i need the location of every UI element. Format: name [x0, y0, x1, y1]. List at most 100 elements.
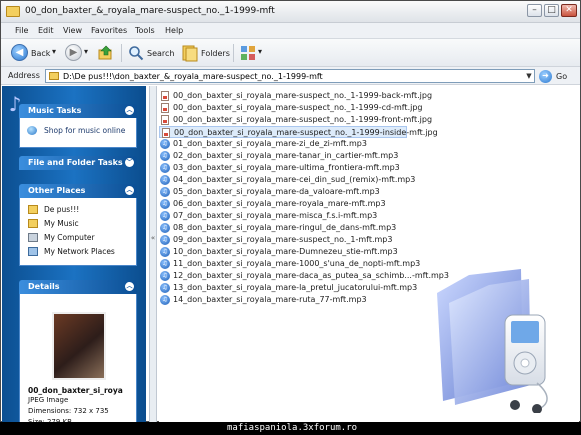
file-row[interactable]: 00_don_baxter_si_royala_mare-suspect_no.…: [159, 102, 422, 114]
place-my-computer[interactable]: My Computer: [44, 233, 95, 242]
other-places-header[interactable]: Other Places ︿: [19, 184, 137, 198]
file-name: 00_don_baxter_si_royala_mare-suspect_no.…: [174, 128, 438, 137]
forward-dropdown-icon[interactable]: ▾: [84, 47, 88, 56]
music-tasks-title: Music Tasks: [28, 106, 82, 115]
address-input[interactable]: D:\De pus!!!\don_baxter_&_royala_mare-su…: [45, 69, 535, 83]
minimize-button[interactable]: –: [527, 4, 542, 17]
address-path[interactable]: D:\De pus!!!\don_baxter_&_royala_mare-su…: [63, 72, 323, 81]
file-row[interactable]: ♫ 13_don_baxter_si_royala_mare-la_pretul_…: [159, 282, 419, 294]
menu-bar: File Edit View Favorites Tools Help: [1, 23, 580, 39]
back-button-label[interactable]: Back: [31, 49, 50, 58]
watermark-text: mafiaspaniola.3xforum.ro: [227, 423, 358, 433]
my-music-icon: [28, 219, 38, 228]
details-dimensions: Dimensions: 732 x 735: [28, 407, 109, 415]
file-row[interactable]: ♫ 10_don_baxter_si_royala_mare-Dumnezeu_s…: [159, 246, 419, 258]
address-bar: Address D:\De pus!!!\don_baxter_&_royala…: [1, 67, 580, 85]
file-row[interactable]: ♫ 03_don_baxter_si_royala_mare-ultima_fro…: [159, 162, 419, 174]
file-row[interactable]: ♫ 05_don_baxter_si_royala_mare-da_valoare…: [159, 186, 419, 198]
folder-icon: [6, 6, 20, 17]
jpeg-file-icon: [162, 128, 170, 138]
details-file-type: JPEG Image: [28, 396, 69, 404]
back-dropdown-icon[interactable]: ▾: [52, 47, 56, 56]
menu-tools[interactable]: Tools: [135, 26, 155, 35]
pane-splitter[interactable]: «: [149, 86, 157, 423]
music-tasks-panel: Shop for music online: [19, 118, 137, 148]
folders-button-label[interactable]: Folders: [201, 49, 230, 58]
mp3-file-icon: ♫: [160, 163, 170, 173]
menu-file[interactable]: File: [15, 26, 28, 35]
menu-view[interactable]: View: [63, 26, 82, 35]
file-name: 06_don_baxter_si_royala_mare-royala_mare…: [173, 199, 386, 208]
menu-edit[interactable]: Edit: [38, 26, 54, 35]
search-icon[interactable]: [128, 45, 144, 61]
details-title: Details: [28, 282, 60, 291]
go-arrow-icon[interactable]: ➜: [539, 70, 552, 83]
file-row[interactable]: ♫ 07_don_baxter_si_royala_mare-misca_f.s.…: [159, 210, 419, 222]
file-row[interactable]: 00_don_baxter_si_royala_mare-suspect_no.…: [159, 90, 432, 102]
toolbar-separator: [233, 44, 234, 62]
file-row[interactable]: 00_don_baxter_si_royala_mare-suspect_no.…: [159, 126, 438, 138]
jpeg-file-icon: [161, 115, 169, 125]
mp3-file-icon: ♫: [160, 175, 170, 185]
title-bar[interactable]: 00_don_baxter_&_royala_mare-suspect_no._…: [1, 1, 580, 23]
mp3-file-icon: ♫: [160, 283, 170, 293]
place-de-pus[interactable]: De pus!!!: [44, 205, 79, 214]
menu-help[interactable]: Help: [165, 26, 183, 35]
mp3-file-icon: ♫: [160, 235, 170, 245]
file-row[interactable]: ♫ 02_don_baxter_si_royala_mare-tanar_in_c…: [159, 150, 419, 162]
file-folder-tasks-title: File and Folder Tasks: [28, 158, 123, 167]
views-icon[interactable]: [240, 45, 256, 61]
collapse-chevron-icon[interactable]: ︿: [125, 282, 134, 291]
file-row[interactable]: ♫ 08_don_baxter_si_royala_mare-ringul_de_…: [159, 222, 419, 234]
toolbar: ◀ Back ▾ ▶ ▾ Search Folders ▾: [1, 39, 580, 67]
file-name: 10_don_baxter_si_royala_mare-Dumnezeu_st…: [173, 247, 398, 256]
place-my-network-places[interactable]: My Network Places: [44, 247, 115, 256]
other-places-panel: De pus!!! My Music My Computer My Networ…: [19, 198, 137, 266]
mp3-file-icon: ♫: [160, 211, 170, 221]
maximize-button[interactable]: □: [544, 4, 559, 17]
shop-music-online-link[interactable]: Shop for music online: [44, 126, 125, 135]
menu-favorites[interactable]: Favorites: [91, 26, 127, 35]
file-name: 12_don_baxter_si_royala_mare-daca_as_put…: [173, 271, 449, 280]
file-name: 08_don_baxter_si_royala_mare-ringul_de_d…: [173, 223, 397, 232]
file-row[interactable]: ♫ 06_don_baxter_si_royala_mare-royala_mar…: [159, 198, 419, 210]
close-button[interactable]: ✕: [561, 4, 577, 17]
file-row[interactable]: ♫ 04_don_baxter_si_royala_mare-cei_din_su…: [159, 174, 419, 186]
forward-arrow-icon[interactable]: ▶: [65, 44, 82, 61]
back-arrow-icon[interactable]: ◀: [11, 44, 28, 61]
file-row[interactable]: ♫ 09_don_baxter_si_royala_mare-suspect_no…: [159, 234, 419, 246]
file-row[interactable]: ♫ 14_don_baxter_si_royala_mare-ruta_77-mf…: [159, 294, 419, 306]
file-row[interactable]: ♫ 01_don_baxter_si_royala_mare-zi_de_zi-m…: [159, 138, 419, 150]
expand-chevron-icon[interactable]: ﹀: [125, 158, 134, 167]
views-dropdown-icon[interactable]: ▾: [258, 47, 262, 56]
file-name: 00_don_baxter_si_royala_mare-suspect_no.…: [173, 115, 433, 124]
mp3-file-icon: ♫: [160, 199, 170, 209]
collapse-chevron-icon[interactable]: ︿: [125, 106, 134, 115]
globe-icon: [27, 126, 37, 135]
details-header[interactable]: Details ︿: [19, 280, 137, 294]
jpeg-file-icon: [161, 91, 169, 101]
file-name: 05_don_baxter_si_royala_mare-da_valoare-…: [173, 187, 380, 196]
computer-icon: [28, 233, 38, 242]
network-icon: [28, 247, 38, 256]
file-name: 04_don_baxter_si_royala_mare-cei_din_sud…: [173, 175, 416, 184]
mp3-file-icon: ♫: [160, 259, 170, 269]
up-folder-icon[interactable]: [98, 45, 114, 61]
file-row[interactable]: ♫ 11_don_baxter_si_royala_mare-1000_s'una…: [159, 258, 420, 270]
go-button-label[interactable]: Go: [556, 72, 567, 81]
folders-icon[interactable]: [182, 44, 198, 62]
place-my-music[interactable]: My Music: [44, 219, 79, 228]
details-panel: 00_don_baxter_si_roya JPEG Image Dimensi…: [19, 294, 137, 426]
file-name: 13_don_baxter_si_royala_mare-la_pretul_j…: [173, 283, 418, 292]
collapse-arrows-icon[interactable]: «: [150, 234, 156, 242]
address-dropdown-icon[interactable]: ▼: [524, 70, 534, 82]
file-row[interactable]: ♫ 12_don_baxter_si_royala_mare-daca_as_pu…: [159, 270, 449, 282]
mp3-file-icon: ♫: [160, 271, 170, 281]
file-row[interactable]: 00_don_baxter_si_royala_mare-suspect_no.…: [159, 114, 432, 126]
file-name: 07_don_baxter_si_royala_mare-misca_f.s.i…: [173, 211, 378, 220]
collapse-chevron-icon[interactable]: ︿: [125, 186, 134, 195]
file-folder-tasks-header[interactable]: File and Folder Tasks ﹀: [19, 156, 137, 170]
file-name: 09_don_baxter_si_royala_mare-suspect_no.…: [173, 235, 393, 244]
music-tasks-header[interactable]: Music Tasks ︿: [19, 104, 137, 118]
search-button-label[interactable]: Search: [147, 49, 174, 58]
